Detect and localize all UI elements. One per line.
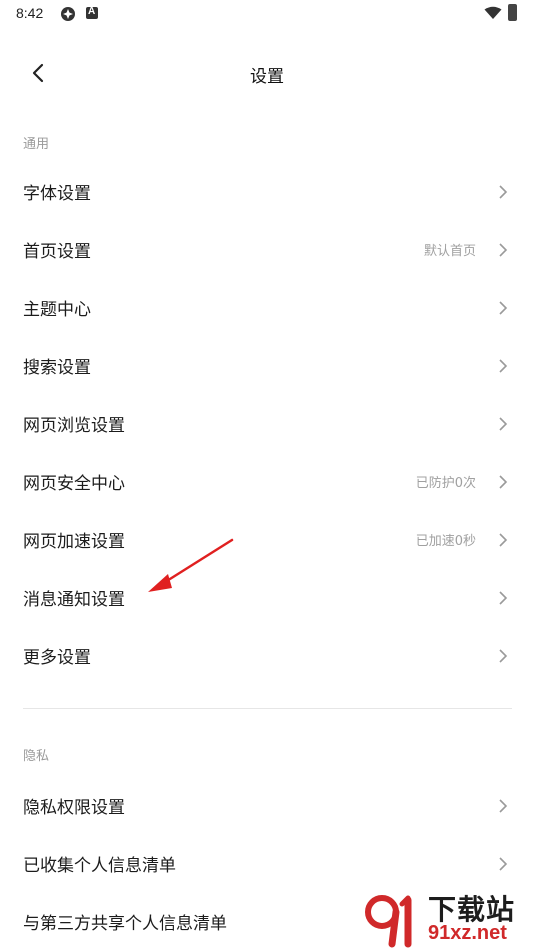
section-label-privacy: 隐私 bbox=[23, 749, 50, 764]
settings-item-label: 更多设置 bbox=[23, 648, 91, 668]
settings-item-label: 已收集个人信息清单 bbox=[23, 856, 176, 876]
page-title: 设置 bbox=[250, 67, 284, 87]
settings-item-value: 已加速0秒 bbox=[415, 534, 476, 549]
watermark-url: 91xz.net bbox=[428, 922, 507, 944]
chevron-right-icon bbox=[499, 243, 508, 257]
settings-item-font[interactable]: 字体设置 bbox=[0, 162, 534, 220]
chevron-right-icon bbox=[499, 649, 508, 663]
chevron-right-icon bbox=[499, 475, 508, 489]
battery-icon bbox=[508, 4, 517, 21]
app-a-icon bbox=[86, 6, 98, 19]
settings-item-label: 字体设置 bbox=[23, 184, 91, 204]
settings-item-label: 消息通知设置 bbox=[23, 590, 125, 610]
settings-item-label: 搜索设置 bbox=[23, 358, 91, 378]
settings-item-security[interactable]: 网页安全中心 已防护0次 bbox=[0, 452, 534, 510]
settings-item-more[interactable]: 更多设置 bbox=[0, 626, 534, 684]
settings-item-label: 主题中心 bbox=[23, 300, 91, 320]
settings-item-value: 默认首页 bbox=[423, 244, 476, 259]
settings-item-notifications[interactable]: 消息通知设置 bbox=[0, 568, 534, 626]
settings-item-acceleration[interactable]: 网页加速设置 已加速0秒 bbox=[0, 510, 534, 568]
settings-item-browsing[interactable]: 网页浏览设置 bbox=[0, 394, 534, 452]
settings-item-search[interactable]: 搜索设置 bbox=[0, 336, 534, 394]
settings-item-label: 网页安全中心 bbox=[23, 474, 125, 494]
chevron-right-icon bbox=[499, 417, 508, 431]
settings-item-label: 网页加速设置 bbox=[23, 532, 125, 552]
chevron-right-icon bbox=[499, 301, 508, 315]
chevron-right-icon bbox=[499, 533, 508, 547]
chevron-right-icon bbox=[499, 799, 508, 813]
chevron-right-icon bbox=[499, 857, 508, 871]
settings-item-privacy-permissions[interactable]: 隐私权限设置 bbox=[0, 776, 534, 834]
settings-item-theme[interactable]: 主题中心 bbox=[0, 278, 534, 336]
status-time: 8:42 bbox=[16, 5, 44, 21]
settings-item-label: 网页浏览设置 bbox=[23, 416, 125, 436]
watermark-logo: 下载站 91xz.net bbox=[362, 888, 534, 950]
settings-item-value: 已防护0次 bbox=[415, 476, 476, 491]
settings-item-label: 与第三方共享个人信息清单 bbox=[23, 914, 227, 934]
wifi-icon bbox=[484, 6, 502, 19]
app-notification-icon bbox=[61, 7, 75, 21]
chevron-right-icon bbox=[499, 359, 508, 373]
header: 设置 bbox=[0, 48, 534, 98]
settings-item-label: 首页设置 bbox=[23, 242, 91, 262]
settings-item-homepage[interactable]: 首页设置 默认首页 bbox=[0, 220, 534, 278]
settings-item-label: 隐私权限设置 bbox=[23, 798, 125, 818]
section-divider bbox=[23, 708, 512, 709]
chevron-right-icon bbox=[499, 185, 508, 199]
status-bar: 8:42 bbox=[0, 0, 534, 30]
settings-item-collected-info[interactable]: 已收集个人信息清单 bbox=[0, 834, 534, 892]
watermark-91-icon bbox=[365, 895, 412, 948]
section-label-general: 通用 bbox=[23, 137, 50, 152]
chevron-right-icon bbox=[499, 591, 508, 605]
